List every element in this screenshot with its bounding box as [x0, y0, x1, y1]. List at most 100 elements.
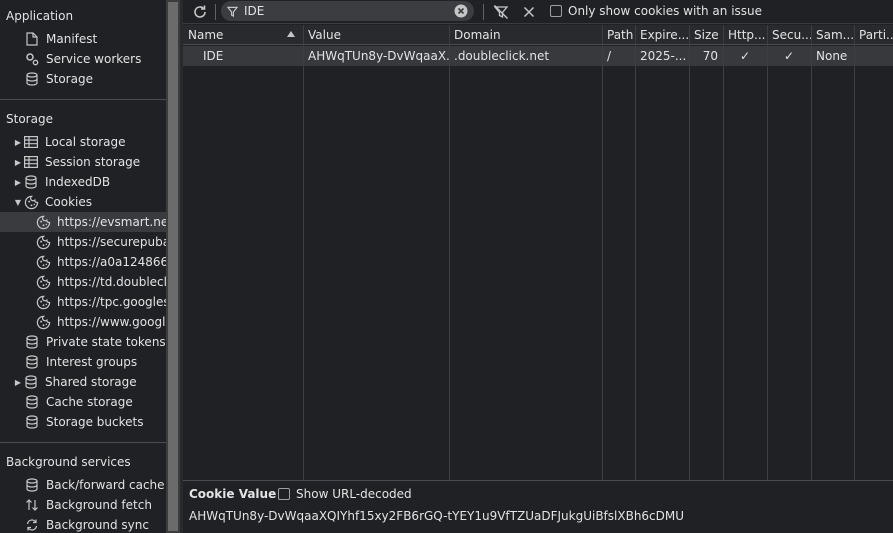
- filter-box[interactable]: [221, 1, 474, 21]
- clear-all-cookies-button[interactable]: [517, 0, 541, 24]
- database-icon: [24, 334, 40, 350]
- sidebar-item-cookie-origin-tpc-googlesyndication[interactable]: https://tpc.googlesyndication.com: [0, 292, 166, 312]
- sidebar-item-label: Storage buckets: [46, 415, 144, 429]
- column-header-name[interactable]: Name: [183, 25, 303, 45]
- filter-icon: [227, 6, 238, 17]
- sidebar-item-label: https://securepubads.g.doubleclick.net: [57, 235, 166, 249]
- column-divider: [635, 25, 636, 480]
- column-header-httponly[interactable]: Http...: [723, 25, 767, 45]
- collapse-arrow-icon[interactable]: ▼: [13, 198, 23, 207]
- column-header-size[interactable]: Size: [689, 25, 723, 45]
- column-header-secure[interactable]: Secu...: [767, 25, 811, 45]
- sidebar-item-interest-groups[interactable]: Interest groups: [0, 352, 166, 372]
- sidebar-item-shared-storage[interactable]: ▶ Shared storage: [0, 372, 166, 392]
- cookie-icon: [35, 314, 51, 330]
- show-url-decoded-label: Show URL-decoded: [296, 487, 412, 501]
- sidebar-item-cache-storage[interactable]: Cache storage: [0, 392, 166, 412]
- cookie-icon: [35, 254, 51, 270]
- sidebar-item-storage[interactable]: Storage: [0, 69, 166, 89]
- sidebar-item-label: Private state tokens: [46, 335, 166, 349]
- column-header-partition[interactable]: Parti...: [854, 25, 893, 45]
- updown-arrows-icon: [24, 497, 40, 513]
- sidebar-item-background-fetch[interactable]: Background fetch: [0, 495, 166, 515]
- expand-arrow-icon[interactable]: ▶: [13, 158, 23, 167]
- only-issue-option[interactable]: Only show cookies with an issue: [550, 4, 762, 18]
- expand-arrow-icon[interactable]: ▶: [13, 378, 23, 387]
- sidebar-item-label: Storage: [46, 72, 93, 86]
- sidebar-item-cookies[interactable]: ▼ Cookies: [0, 192, 166, 212]
- only-issue-checkbox[interactable]: [550, 5, 562, 17]
- column-divider: [602, 25, 603, 480]
- sidebar-item-cookie-origin-securepubads[interactable]: https://securepubads.g.doubleclick.net: [0, 232, 166, 252]
- sidebar-item-indexeddb[interactable]: ▶ IndexedDB: [0, 172, 166, 192]
- sidebar-item-label: Interest groups: [46, 355, 138, 369]
- sidebar-item-label: Background fetch: [46, 498, 152, 512]
- database-icon: [24, 477, 40, 493]
- section-divider: [0, 99, 166, 100]
- cell-size: 70: [702, 49, 718, 63]
- cell-value: AHWqTUn8y-DvWqaaX...: [308, 49, 449, 63]
- cookies-panel: Only show cookies with an issue Name Val…: [183, 0, 893, 533]
- table-row[interactable]: IDE AHWqTUn8y-DvWqaaX... .doubleclick.ne…: [183, 46, 893, 66]
- filter-input[interactable]: [244, 4, 444, 18]
- sidebar-item-label: Service workers: [46, 52, 142, 66]
- sidebar-item-label: Cookies: [45, 195, 92, 209]
- column-header-path[interactable]: Path: [602, 25, 635, 45]
- sidebar-item-cookie-origin-www-google[interactable]: https://www.google.com: [0, 312, 166, 332]
- show-url-decoded-option[interactable]: Show URL-decoded: [278, 487, 412, 501]
- sidebar-item-cookie-origin-td-doubleclick[interactable]: https://td.doubleclick.net: [0, 272, 166, 292]
- sidebar-item-label: https://tpc.googlesyndication.com: [57, 295, 166, 309]
- sidebar-item-private-state-tokens[interactable]: Private state tokens: [0, 332, 166, 352]
- table-header: Name Value Domain Path Expire... Size Ht…: [183, 25, 893, 45]
- expand-arrow-icon[interactable]: ▶: [13, 178, 23, 187]
- database-icon: [24, 394, 40, 410]
- cookie-icon: [23, 194, 39, 210]
- sidebar: Application Manifest Service workers Sto…: [0, 0, 166, 533]
- sidebar-item-back-forward-cache[interactable]: Back/forward cache: [0, 475, 166, 495]
- clear-filter-icon[interactable]: [454, 4, 468, 18]
- refresh-button[interactable]: [188, 0, 212, 24]
- column-divider: [723, 25, 724, 480]
- cell-secure: ✓: [783, 49, 795, 63]
- sidebar-item-label: https://www.google.com: [57, 315, 166, 329]
- sidebar-item-manifest[interactable]: Manifest: [0, 29, 166, 49]
- sync-icon: [24, 517, 40, 533]
- sidebar-item-session-storage[interactable]: ▶ Session storage: [0, 152, 166, 172]
- cookies-table: Name Value Domain Path Expire... Size Ht…: [183, 25, 893, 480]
- cookie-icon: [35, 214, 51, 230]
- column-divider: [303, 25, 304, 480]
- column-header-value[interactable]: Value: [303, 25, 449, 45]
- sidebar-item-service-workers[interactable]: Service workers: [0, 49, 166, 69]
- column-header-expires[interactable]: Expire...: [635, 25, 689, 45]
- sidebar-item-cookie-origin-a0a124866be[interactable]: https://a0a124866be: [0, 252, 166, 272]
- sidebar-item-local-storage[interactable]: ▶ Local storage: [0, 132, 166, 152]
- scrollbar-thumb[interactable]: [168, 2, 178, 531]
- column-divider: [811, 25, 812, 480]
- toolbar-separator: [483, 4, 484, 20]
- toolbar: Only show cookies with an issue: [183, 0, 893, 24]
- close-icon: [523, 6, 535, 18]
- cookie-value-text[interactable]: AHWqTUn8y-DvWqaaXQIYhf15xy2FB6rGQ-tYEY1u…: [189, 509, 684, 523]
- column-header-samesite[interactable]: Sam...: [811, 25, 854, 45]
- column-header-domain[interactable]: Domain: [449, 25, 602, 45]
- cell-samesite: None: [816, 49, 848, 63]
- database-icon: [24, 414, 40, 430]
- sidebar-item-background-sync[interactable]: Background sync: [0, 515, 166, 533]
- refresh-icon: [194, 5, 206, 18]
- cookie-icon: [35, 274, 51, 290]
- application-section-title: Application: [6, 9, 74, 23]
- cookie-icon: [35, 294, 51, 310]
- sidebar-item-label: Session storage: [45, 155, 141, 169]
- show-url-decoded-checkbox[interactable]: [278, 488, 290, 500]
- expand-arrow-icon[interactable]: ▶: [13, 138, 23, 147]
- sidebar-item-cookie-origin-evsmart[interactable]: https://evsmart.net: [0, 212, 166, 232]
- sidebar-item-storage-buckets[interactable]: Storage buckets: [0, 412, 166, 432]
- filter-clear-icon: [493, 5, 509, 19]
- sort-ascending-icon: [287, 31, 295, 37]
- cell-expires: 2025-...: [640, 49, 687, 63]
- database-icon: [23, 374, 39, 390]
- sidebar-scrollbar[interactable]: [166, 0, 180, 533]
- clear-filtered-cookies-button[interactable]: [489, 0, 513, 24]
- cell-name: IDE: [203, 49, 224, 63]
- database-icon: [23, 174, 39, 190]
